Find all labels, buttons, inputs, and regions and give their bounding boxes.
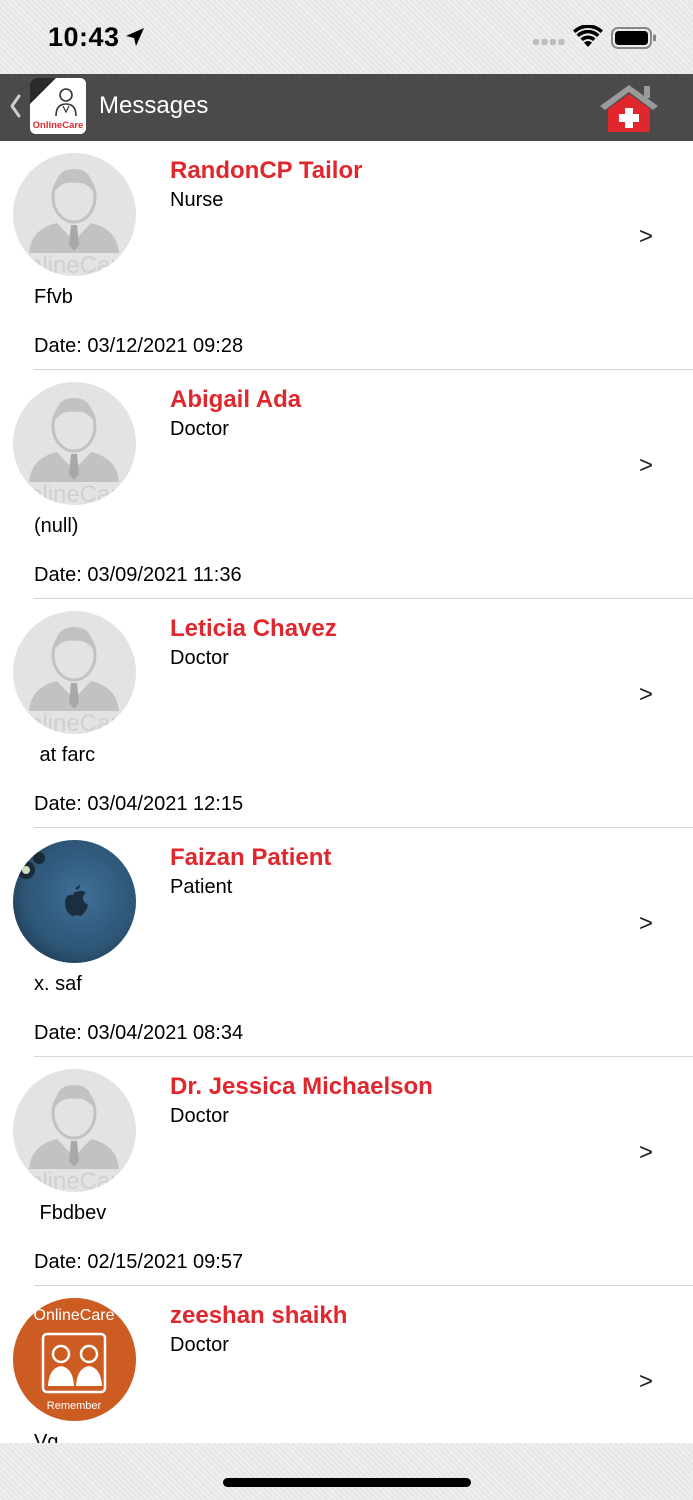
status-time: 10:43 bbox=[48, 22, 120, 52]
message-date: Date: 03/12/2021 09:28 bbox=[34, 335, 244, 357]
onlinecare-avatar: OnlineCare Remember bbox=[13, 1298, 136, 1421]
placeholder-avatar: OnlineCare bbox=[13, 611, 136, 734]
message-item[interactable]: OnlineCare Abigail Ada Doctor > (null) D… bbox=[0, 370, 693, 599]
home-icon[interactable] bbox=[598, 82, 660, 134]
contact-name: Dr. Jessica Michaelson bbox=[170, 1073, 433, 1100]
message-preview: x. saf bbox=[34, 973, 82, 995]
contact-name: Abigail Ada bbox=[170, 386, 302, 413]
logo-text: OnlineCare bbox=[33, 120, 84, 131]
contact-name: Faizan Patient bbox=[170, 844, 332, 871]
message-preview: Vg bbox=[34, 1431, 59, 1443]
photo-avatar bbox=[13, 840, 136, 963]
contact-role: Doctor bbox=[170, 1105, 229, 1127]
chevron-right-icon[interactable]: > bbox=[639, 681, 653, 709]
wifi-icon bbox=[573, 25, 603, 47]
contact-role: Doctor bbox=[170, 418, 229, 440]
location-arrow-icon bbox=[126, 28, 144, 46]
contact-role: Nurse bbox=[170, 189, 224, 211]
message-date: Date: 03/04/2021 08:34 bbox=[34, 1022, 244, 1044]
message-item[interactable]: OnlineCare RandonCP Tailor Nurse > Ffvb … bbox=[0, 141, 693, 370]
message-item[interactable]: OnlineCare Dr. Jessica Michaelson Doctor… bbox=[0, 1057, 693, 1286]
message-date: Date: 03/04/2021 12:15 bbox=[34, 793, 244, 815]
page-title: Messages bbox=[99, 92, 209, 119]
cellular-signal-icon bbox=[533, 39, 565, 45]
message-date: Date: 03/09/2021 11:36 bbox=[34, 564, 242, 586]
home-indicator[interactable] bbox=[223, 1478, 471, 1487]
chevron-right-icon[interactable]: > bbox=[639, 223, 653, 251]
message-item[interactable]: Faizan Patient Patient > x. saf Date: 03… bbox=[0, 828, 693, 1057]
chevron-right-icon[interactable]: > bbox=[639, 1139, 653, 1167]
contact-role: Patient bbox=[170, 876, 233, 898]
message-preview: (null) bbox=[34, 515, 79, 537]
avatar-watermark: OnlineCare bbox=[13, 252, 132, 276]
avatar-watermark: OnlineCare bbox=[13, 1168, 132, 1192]
avatar-watermark: OnlineCare bbox=[13, 710, 132, 734]
placeholder-avatar: OnlineCare bbox=[13, 382, 136, 505]
back-chevron-icon[interactable] bbox=[8, 93, 22, 119]
message-preview: Ffvb bbox=[34, 286, 73, 308]
message-item[interactable]: OnlineCare Remember zeeshan shaikh Docto… bbox=[0, 1286, 693, 1443]
contact-name: Leticia Chavez bbox=[170, 615, 337, 642]
avatar-watermark: OnlineCare bbox=[13, 481, 132, 505]
battery-icon bbox=[611, 27, 656, 49]
brand-avatar-title: OnlineCare bbox=[34, 1307, 115, 1324]
contact-name: zeeshan shaikh bbox=[170, 1302, 348, 1329]
brand-avatar-caption: Remember bbox=[47, 1400, 102, 1412]
chevron-right-icon[interactable]: > bbox=[639, 1368, 653, 1396]
chevron-right-icon[interactable]: > bbox=[639, 452, 653, 480]
placeholder-avatar: OnlineCare bbox=[13, 153, 136, 276]
message-date: Date: 02/15/2021 09:57 bbox=[34, 1251, 244, 1273]
message-preview: Fbdbev bbox=[34, 1202, 107, 1224]
placeholder-avatar: OnlineCare bbox=[13, 1069, 136, 1192]
chevron-right-icon[interactable]: > bbox=[639, 910, 653, 938]
message-preview: at farc bbox=[34, 744, 96, 766]
contact-name: RandonCP Tailor bbox=[170, 157, 363, 184]
contact-role: Doctor bbox=[170, 1334, 229, 1356]
contact-role: Doctor bbox=[170, 647, 229, 669]
bottom-safe-area bbox=[0, 1443, 693, 1500]
message-list: OnlineCare RandonCP Tailor Nurse > Ffvb … bbox=[0, 141, 693, 1443]
app-logo[interactable]: OnlineCare bbox=[30, 78, 86, 134]
message-item[interactable]: OnlineCare Leticia Chavez Doctor > at fa… bbox=[0, 599, 693, 828]
